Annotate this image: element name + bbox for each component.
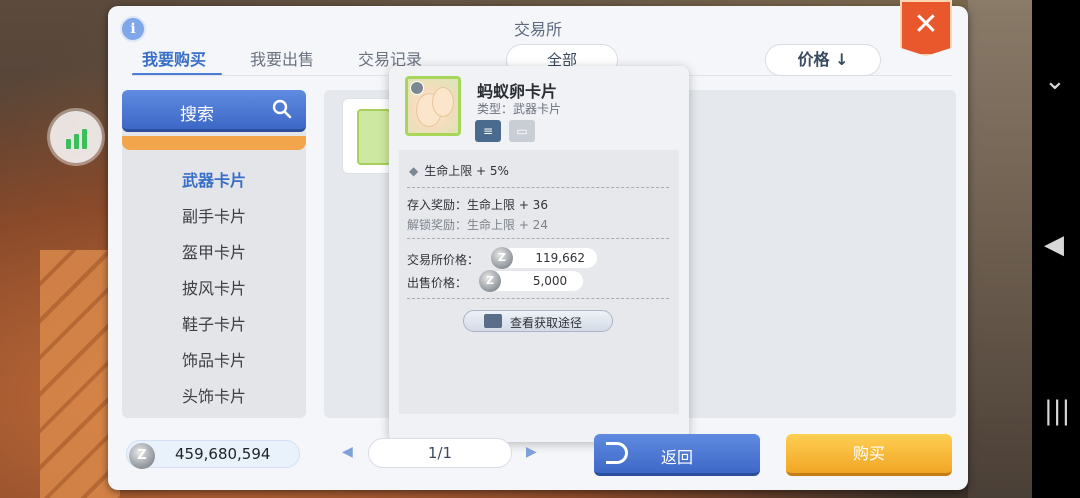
card-icon [405, 76, 461, 136]
back-button[interactable]: 返回 [594, 434, 760, 476]
category-accessory-card[interactable]: 饰品卡片 [122, 347, 306, 371]
wallet-amount: 459,680,594 [175, 445, 271, 463]
sell-price-label: 出售价格： [407, 276, 468, 290]
zeny-coin-icon: Z [479, 270, 501, 292]
stat-line: ◆ 生命上限 + 5% [409, 164, 509, 178]
signal-float-button[interactable] [50, 111, 102, 163]
item-type: 类型：武器卡片 [477, 102, 562, 116]
source-icon [484, 314, 502, 328]
deposit-reward: 存入奖励：生命上限 + 36 [407, 198, 548, 212]
back-arrow-icon[interactable]: ◀ [1044, 230, 1064, 260]
item-tooltip: 蚂蚁卵卡片 类型：武器卡片 ≡ ▭ ◆ 生命上限 + 5% 存入奖励：生命上限 +… [389, 66, 689, 442]
unlock-reward: 解锁奖励：生命上限 + 24 [407, 218, 548, 232]
divider [407, 238, 669, 239]
background-wall [968, 0, 1032, 498]
panel-title: 交易所 [513, 20, 562, 39]
page-indicator: 1/1 [368, 438, 512, 468]
divider [407, 187, 669, 188]
close-button[interactable]: ✕ [900, 0, 952, 56]
signal-bar-icon [73, 134, 79, 149]
inspect-icon[interactable]: ≡ [475, 120, 501, 142]
sell-price-value: 5,000 [532, 274, 568, 288]
search-label: 搜索 [180, 105, 214, 125]
category-armor-card[interactable]: 盔甲卡片 [122, 239, 306, 263]
signal-bar-icon [65, 139, 71, 149]
price-sort-button[interactable]: 价格 ↓ [765, 44, 881, 76]
system-nav-bar: ⌄ ◀ ||| [1032, 0, 1080, 498]
category-shoes-card[interactable]: 鞋子卡片 [122, 311, 306, 335]
divider [407, 298, 669, 299]
egg-shape [432, 87, 454, 117]
stat-text: 生命上限 + 5% [424, 164, 509, 178]
category-offhand-card[interactable]: 副手卡片 [122, 203, 306, 227]
exchange-price-box: 119,662 [501, 248, 597, 268]
chevron-down-icon[interactable]: ⌄ [1044, 66, 1066, 96]
view-source-label: 查看获取途径 [510, 316, 583, 330]
wallet-balance: Z 459,680,594 [126, 440, 300, 469]
prev-page-icon[interactable]: ◀ [342, 444, 353, 460]
category-cloak-card[interactable]: 披风卡片 [122, 275, 306, 299]
sell-price-box: 5,000 [489, 271, 583, 291]
card-thumbnail [357, 109, 391, 165]
zeny-coin-icon: Z [129, 443, 155, 469]
search-icon [272, 99, 292, 119]
category-headgear-card[interactable]: 头饰卡片 [122, 383, 306, 407]
exchange-price-value: 119,662 [535, 251, 585, 265]
signal-bar-icon [81, 129, 87, 149]
card-badge-icon [410, 81, 424, 95]
item-card[interactable] [342, 98, 394, 174]
buy-button[interactable]: 购买 [786, 434, 952, 476]
view-source-button[interactable]: 查看获取途径 [463, 310, 613, 332]
zeny-coin-icon: Z [491, 247, 513, 269]
exchange-panel: i 交易所 ✕ 我要购买 我要出售 交易记录 全部 价格 ↓ 搜索 武器卡片 副… [108, 0, 968, 490]
category-weapon-card[interactable]: 武器卡片 [122, 167, 306, 191]
item-name: 蚂蚁卵卡片 [477, 82, 558, 101]
tab-sell[interactable]: 我要出售 [250, 46, 314, 70]
tab-buy[interactable]: 我要购买 [142, 46, 206, 70]
search-button[interactable]: 搜索 [122, 90, 306, 132]
next-page-icon[interactable]: ▶ [526, 444, 537, 460]
search-accent [122, 136, 306, 150]
menu-lines-icon[interactable]: ||| [1044, 396, 1070, 426]
exchange-price-label: 交易所价格： [407, 253, 480, 267]
back-label: 返回 [660, 448, 693, 467]
preview-icon[interactable]: ▭ [509, 120, 535, 142]
